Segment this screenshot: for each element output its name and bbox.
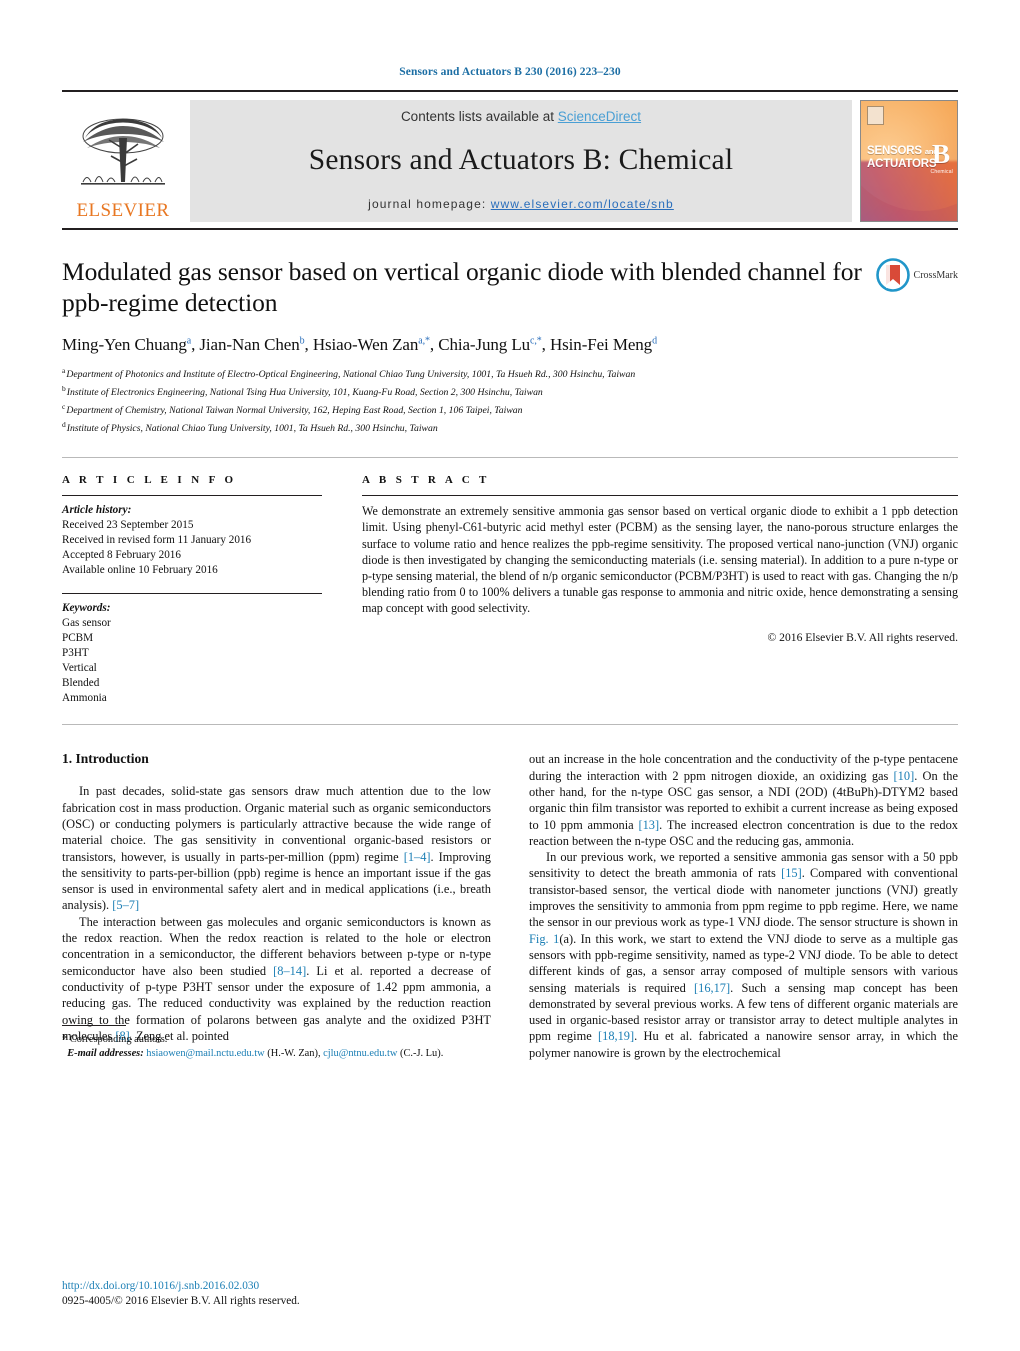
body-right-column: out an increase in the hole concentratio… — [529, 751, 958, 1061]
keywords-block: Keywords: Gas sensor PCBM P3HT Vertical … — [62, 593, 322, 706]
cover-line-1: SENSORS — [867, 145, 922, 157]
sciencedirect-link[interactable]: ScienceDirect — [558, 109, 641, 124]
citation-ref[interactable]: [1–4] — [404, 850, 431, 864]
cover-title-text: SENSORS and ACTUATORS — [867, 145, 938, 171]
email-owner-2: (C.-J. Lu). — [400, 1048, 444, 1060]
affiliation-text: Institute of Electronics Engineering, Na… — [66, 387, 543, 399]
citation-ref[interactable]: [15] — [781, 866, 802, 880]
crossmark-label: CrossMark — [913, 269, 958, 281]
affiliation-marker: a — [62, 366, 66, 376]
homepage-prefix: journal homepage: — [368, 197, 491, 211]
cover-line-2: ACTUATORS — [867, 158, 937, 170]
author-list: Ming-Yen Chuanga, Jian-Nan Chenb, Hsiao-… — [62, 335, 657, 355]
email-link-2[interactable]: cjlu@ntnu.edu.tw — [323, 1048, 397, 1059]
article-history-label: Article history: — [62, 504, 132, 517]
journal-title: Sensors and Actuators B: Chemical — [308, 144, 734, 176]
keyword-item: Gas sensor — [62, 617, 111, 630]
abstract-copyright: © 2016 Elsevier B.V. All rights reserved… — [767, 631, 958, 645]
running-head: Sensors and Actuators B 230 (2016) 223–2… — [399, 66, 621, 78]
citation-ref[interactable]: [13] — [638, 818, 659, 832]
keyword-item: PCBM — [62, 632, 94, 645]
info-abstract-row: A R T I C L E I N F O Article history: R… — [62, 474, 958, 706]
citation-ref[interactable]: [16,17] — [694, 981, 730, 995]
article-history-item: Received in revised form 11 January 2016 — [62, 534, 252, 547]
affiliation-item: dInstitute of Physics, National Chiao Tu… — [62, 418, 958, 436]
body-columns: 1. Introduction In past decades, solid-s… — [62, 751, 958, 1061]
cover-elsevier-mark-icon — [867, 106, 884, 125]
masthead-center: Contents lists available at ScienceDirec… — [190, 100, 852, 222]
figure-ref[interactable]: Fig. 1 — [529, 932, 559, 946]
elsevier-logo: ELSEVIER — [62, 100, 184, 222]
keywords-rule — [62, 593, 322, 595]
keyword-item: Ammonia — [62, 692, 107, 705]
paper-page: Sensors and Actuators B 230 (2016) 223–2… — [0, 0, 1020, 1351]
abstract-column: A B S T R A C T We demonstrate an extrem… — [362, 474, 958, 706]
abstract-text: We demonstrate an extremely sensitive am… — [362, 504, 958, 615]
footer-doi-block: http://dx.doi.org/10.1016/j.snb.2016.02.… — [62, 1279, 491, 1309]
doi-link[interactable]: http://dx.doi.org/10.1016/j.snb.2016.02.… — [62, 1279, 491, 1294]
body-paragraph: out an increase in the hole concentratio… — [529, 752, 958, 848]
elsevier-wordmark: ELSEVIER — [76, 200, 170, 221]
journal-homepage-link[interactable]: www.elsevier.com/locate/snb — [491, 197, 674, 211]
article-info-heading: A R T I C L E I N F O — [62, 474, 237, 487]
article-title: Modulated gas sensor based on vertical o… — [62, 257, 862, 317]
section-title-introduction: 1. Introduction — [62, 751, 149, 767]
crossmark-badge[interactable]: CrossMark — [875, 258, 958, 292]
affiliation-item: cDepartment of Chemistry, National Taiwa… — [62, 400, 958, 418]
article-history-item: Received 23 September 2015 — [62, 519, 194, 532]
affiliation-text: Institute of Physics, National Chiao Tun… — [66, 422, 438, 434]
citation-ref[interactable]: [8–14] — [273, 964, 306, 978]
keyword-item: Blended — [62, 677, 100, 690]
affiliation-text: Department of Chemistry, National Taiwan… — [66, 404, 523, 416]
keywords-label: Keywords: — [62, 602, 111, 615]
body-left-column: 1. Introduction In past decades, solid-s… — [62, 751, 491, 1061]
article-history-item: Accepted 8 February 2016 — [62, 549, 181, 562]
email-owner-1: (H.-W. Zan), — [267, 1048, 321, 1060]
email-note: E-mail addresses: hsiaowen@mail.nctu.edu… — [62, 1047, 491, 1061]
corresponding-author-note: * Corresponding authors. — [62, 1034, 168, 1046]
email-link-1[interactable]: hsiaowen@mail.nctu.edu.tw — [146, 1048, 264, 1059]
info-section-bottom-rule — [62, 724, 958, 726]
citation-ref[interactable]: [10] — [894, 769, 915, 783]
elsevier-tree-icon — [81, 118, 165, 185]
abstract-heading: A B S T R A C T — [362, 474, 490, 487]
title-block: CrossMark Modulated gas sensor based on … — [62, 256, 958, 435]
contents-prefix: Contents lists available at — [400, 109, 558, 124]
journal-cover-thumbnail[interactable]: SENSORS and ACTUATORS B Chemical — [860, 100, 958, 222]
affiliation-text: Department of Photonics and Institute of… — [66, 369, 636, 381]
body-paragraph: In our previous work, we reported a sens… — [529, 850, 959, 1060]
journal-homepage-line: journal homepage: www.elsevier.com/locat… — [368, 197, 674, 211]
citation-ref[interactable]: [5–7] — [112, 898, 139, 912]
issn-copyright-line: 0925-4005/© 2016 Elsevier B.V. All right… — [62, 1295, 300, 1307]
keyword-item: Vertical — [62, 662, 97, 675]
affiliation-marker: c — [62, 401, 66, 411]
cover-series-letter: B — [931, 139, 950, 169]
journal-masthead: ELSEVIER Contents lists available at Sci… — [62, 90, 958, 222]
info-section-top-rule — [62, 457, 958, 459]
cover-series-subtitle: Chemical — [930, 169, 953, 175]
affiliation-item: aDepartment of Photonics and Institute o… — [62, 364, 958, 382]
abstract-rule — [362, 495, 958, 497]
footnote-area: * Corresponding authors. E-mail addresse… — [62, 1025, 491, 1061]
contents-available-line: Contents lists available at ScienceDirec… — [401, 109, 641, 124]
article-history-item: Available online 10 February 2016 — [62, 564, 218, 577]
body-paragraph: In past decades, solid-state gas sensors… — [62, 784, 491, 913]
article-info-rule — [62, 495, 322, 497]
keyword-item: P3HT — [62, 647, 89, 660]
article-info-column: A R T I C L E I N F O Article history: R… — [62, 474, 322, 706]
affiliation-item: bInstitute of Electronics Engineering, N… — [62, 382, 958, 400]
footnote-rule — [62, 1025, 126, 1027]
citation-ref[interactable]: [18,19] — [598, 1029, 634, 1043]
crossmark-icon — [875, 258, 910, 292]
affiliation-marker: d — [62, 419, 66, 429]
masthead-bottom-rule — [62, 228, 958, 230]
affiliation-marker: b — [62, 383, 66, 393]
email-label: E-mail addresses: — [67, 1048, 144, 1060]
affiliation-list: aDepartment of Photonics and Institute o… — [62, 364, 958, 435]
